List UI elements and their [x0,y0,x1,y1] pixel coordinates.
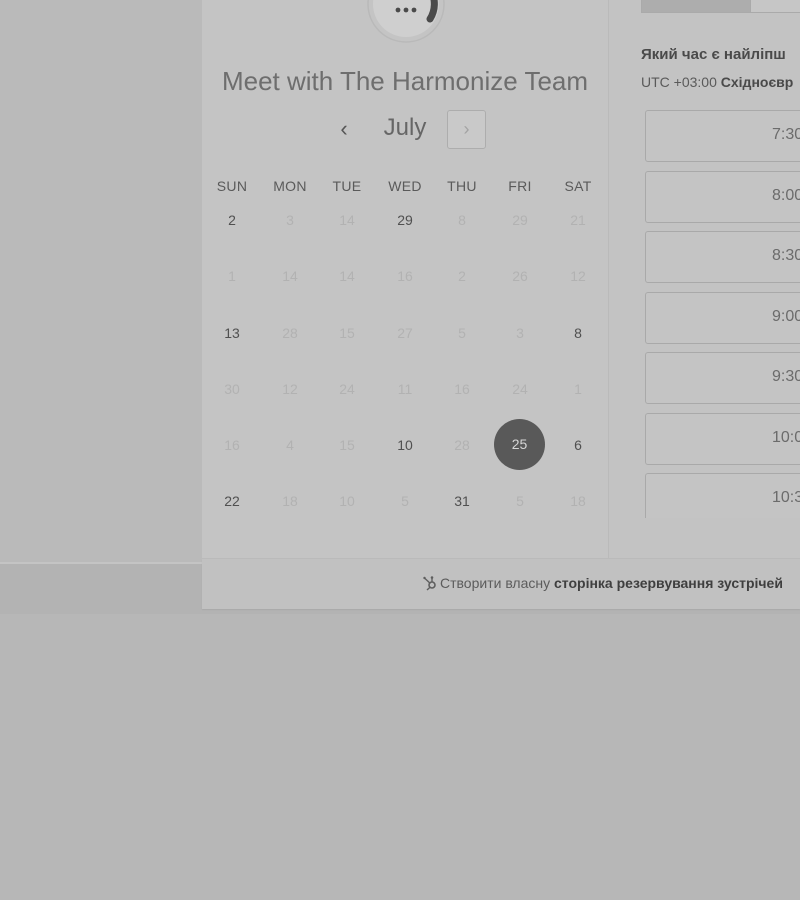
calendar-day: 5 [401,493,409,509]
hubspot-sprocket-icon [422,575,438,591]
calendar-day: 24 [512,381,528,397]
footer-bold-text: сторінка резервування зустрічей [554,575,783,591]
calendar-day: 15 [339,437,355,453]
calendar-day[interactable]: 29 [383,208,427,232]
calendar-day: 8 [458,212,466,228]
weekday-fri: FRI [508,178,532,194]
weekday-wed: WED [388,178,422,194]
calendar-day: 29 [512,212,528,228]
time-slot-label: 8:30 [772,247,800,264]
calendar-day: 18 [570,493,586,509]
previous-month-button[interactable]: ‹ [330,112,358,148]
calendar-day: 15 [339,325,355,341]
time-slot-label: 10:3 [772,489,800,506]
calendar-day: 3 [286,212,294,228]
time-slot-label: 7:30 [772,126,800,143]
time-slot-button[interactable]: 8:30 [645,231,800,283]
month-label: July [383,114,427,141]
calendar-day: 26 [512,268,528,284]
calendar-day: 18 [282,493,298,509]
time-slot-label: 9:30 [772,368,800,385]
meeting-title: Meet with The Harmonize Team [221,66,589,96]
timezone-selector[interactable]: UTC +03:00 Східноєвр [641,74,793,90]
time-slot-button[interactable]: 10:3 [645,473,800,518]
calendar-day: 16 [224,437,240,453]
weekday-header: SUN MON TUE WED THU FRI SAT [202,178,608,198]
calendar-panel: Meet with The Harmonize Team ‹ July › SU… [202,0,608,558]
calendar-day: 12 [282,381,298,397]
calendar-day: 28 [454,437,470,453]
time-slot-button[interactable]: 9:00 [645,291,800,344]
calendar-day: 14 [339,212,355,228]
calendar-day: 4 [286,437,294,453]
team-avatar [366,0,446,44]
calendar-day: 24 [339,381,355,397]
calendar-day: 10 [339,493,355,509]
next-month-button[interactable]: › [447,110,486,149]
tab-left[interactable] [641,0,751,13]
calendar-day: 14 [339,268,355,284]
calendar-day: 30 [224,381,240,397]
time-slot-button[interactable]: 7:30 [645,110,800,162]
calendar-day: 12 [570,268,586,284]
time-slot-list: 7:30 8:00 8:30 9:00 9:30 10:0 10:3 [645,110,800,518]
time-slot-label: 8:00 [772,186,800,204]
calendar-day[interactable]: 8 [556,321,600,345]
calendar-day[interactable]: 22 [210,489,254,513]
calendar-day: 14 [282,268,298,284]
calendar-day[interactable]: 10 [383,433,427,457]
time-slot-button[interactable]: 8:00 [645,170,800,223]
weekday-tue: TUE [332,178,362,194]
time-slot-button[interactable]: 10:0 [645,412,800,465]
calendar-day: 5 [516,493,524,509]
calendar-day[interactable]: 31 [440,489,484,513]
calendar-day: 28 [282,325,298,341]
calendar-day[interactable]: 13 [210,321,254,345]
weekday-sun: SUN [216,178,248,194]
calendar-day: 16 [397,268,413,284]
timezone-name: Східноєвр [720,74,794,90]
calendar-day: 2 [458,268,466,284]
time-slot-button[interactable]: 9:30 [645,352,800,404]
weekday-thu: THU [447,178,477,194]
create-booking-page-link[interactable]: Створити власну сторінка резервування зу… [422,574,783,592]
tab-right[interactable] [750,0,800,13]
time-slot-label: 9:00 [772,307,800,325]
time-slot-label: 10:0 [772,428,800,446]
calendar-day: 1 [228,268,236,284]
calendar-day[interactable]: 2 [210,208,254,232]
selected-day[interactable]: 25 [494,419,545,470]
timezone-offset: UTC +03:00 [641,74,717,90]
weekday-mon: MON [273,178,307,194]
calendar-day: 3 [516,325,524,341]
view-tabs [641,0,800,14]
calendar-day[interactable]: 6 [556,433,600,457]
calendar-day: 11 [397,381,413,397]
calendar-day: 21 [570,212,586,228]
weekday-sat: SAT [564,178,592,194]
footer-prefix-text: Створити власну [440,575,551,591]
calendar-day: 1 [574,381,582,397]
times-heading: Який час є найліпш [641,46,786,63]
calendar-day: 27 [397,325,413,341]
calendar-day: 16 [454,381,470,397]
calendar-day: 5 [458,325,466,341]
